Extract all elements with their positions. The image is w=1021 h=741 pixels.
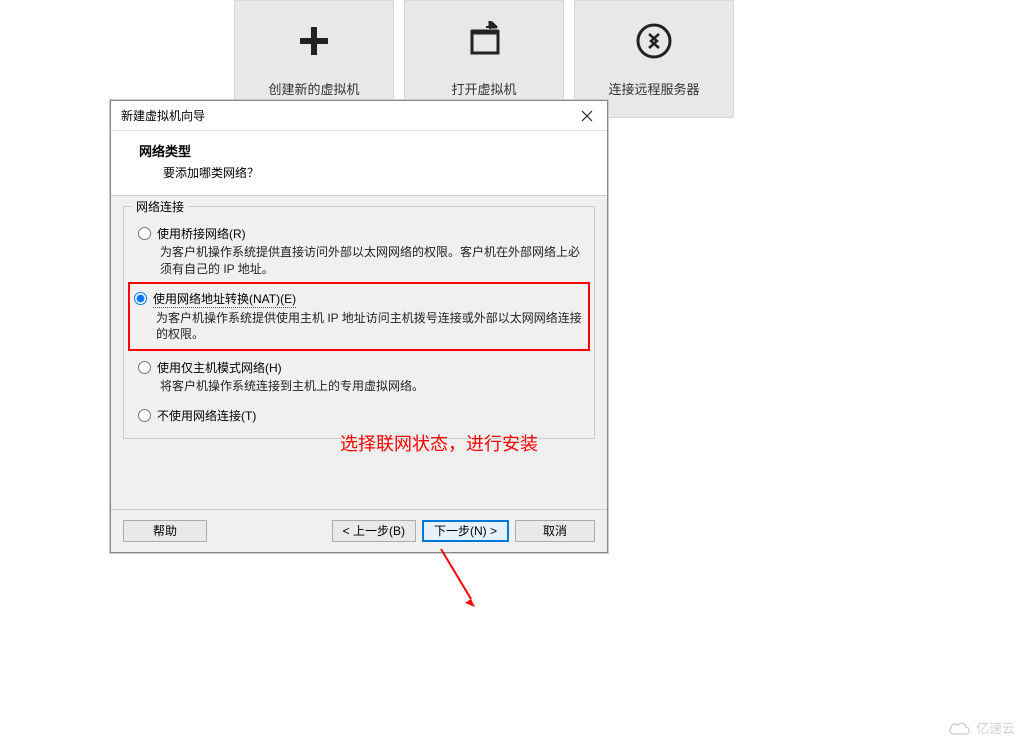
- dialog-title: 新建虚拟机向导: [121, 107, 205, 124]
- radio-hostonly-label: 使用仅主机模式网络(H): [157, 359, 282, 376]
- dialog-footer: 帮助 < 上一步(B) 下一步(N) > 取消: [111, 509, 607, 552]
- radio-bridged-label: 使用桥接网络(R): [157, 225, 246, 242]
- close-icon: [581, 110, 593, 122]
- group-label: 网络连接: [132, 198, 188, 215]
- network-connection-group: 网络连接 使用桥接网络(R) 为客户机操作系统提供直接访问外部以太网网络的权限。…: [123, 206, 595, 439]
- cloud-icon: [948, 720, 972, 736]
- radio-hostonly-desc: 将客户机操作系统连接到主机上的专用虚拟网络。: [160, 378, 584, 395]
- radio-bridged-desc: 为客户机操作系统提供直接访问外部以太网网络的权限。客户机在外部网络上必须有自己的…: [160, 244, 584, 278]
- radio-none-label: 不使用网络连接(T): [157, 407, 256, 424]
- radio-nat-row[interactable]: 使用网络地址转换(NAT)(E): [134, 290, 584, 308]
- next-button[interactable]: 下一步(N) >: [422, 520, 509, 542]
- help-button[interactable]: 帮助: [123, 520, 207, 542]
- dialog-content: 网络连接 使用桥接网络(R) 为客户机操作系统提供直接访问外部以太网网络的权限。…: [111, 196, 607, 509]
- radio-bridged: 使用桥接网络(R) 为客户机操作系统提供直接访问外部以太网网络的权限。客户机在外…: [134, 225, 584, 278]
- annotation-arrow: [431, 544, 491, 624]
- folder-open-icon: [464, 21, 504, 61]
- radio-none-input[interactable]: [138, 409, 151, 422]
- radio-bridged-row[interactable]: 使用桥接网络(R): [138, 225, 584, 242]
- radio-none-row[interactable]: 不使用网络连接(T): [138, 407, 584, 424]
- radio-nat-input[interactable]: [134, 292, 147, 305]
- tile-label: 创建新的虚拟机: [268, 79, 359, 98]
- radio-hostonly: 使用仅主机模式网络(H) 将客户机操作系统连接到主机上的专用虚拟网络。: [134, 359, 584, 395]
- tile-label: 连接远程服务器: [608, 79, 699, 98]
- cancel-button[interactable]: 取消: [515, 520, 595, 542]
- header-subtitle: 要添加哪类网络？: [163, 164, 587, 181]
- dialog-header: 网络类型 要添加哪类网络？: [111, 131, 607, 196]
- dialog-titlebar: 新建虚拟机向导: [111, 101, 607, 131]
- header-title: 网络类型: [139, 141, 587, 160]
- radio-none: 不使用网络连接(T): [134, 407, 584, 424]
- close-button[interactable]: [567, 101, 607, 131]
- plus-icon: [294, 21, 334, 61]
- watermark: 亿速云: [948, 718, 1015, 737]
- radio-nat-label: 使用网络地址转换(NAT)(E): [153, 290, 296, 308]
- new-vm-wizard-dialog: 新建虚拟机向导 网络类型 要添加哪类网络？ 网络连接 使用桥接网络(R) 为客户…: [110, 100, 608, 553]
- back-button[interactable]: < 上一步(B): [332, 520, 416, 542]
- remote-server-icon: [634, 21, 674, 61]
- radio-hostonly-row[interactable]: 使用仅主机模式网络(H): [138, 359, 584, 376]
- watermark-text: 亿速云: [976, 718, 1015, 737]
- radio-bridged-input[interactable]: [138, 227, 151, 240]
- tile-label: 打开虚拟机: [451, 79, 516, 98]
- radio-nat-container: 使用网络地址转换(NAT)(E) 为客户机操作系统提供使用主机 IP 地址访问主…: [128, 282, 590, 352]
- radio-hostonly-input[interactable]: [138, 361, 151, 374]
- radio-nat-desc: 为客户机操作系统提供使用主机 IP 地址访问主机拨号连接或外部以太网网络连接的权…: [156, 310, 584, 344]
- annotation-text: 选择联网状态，进行安装: [340, 430, 538, 456]
